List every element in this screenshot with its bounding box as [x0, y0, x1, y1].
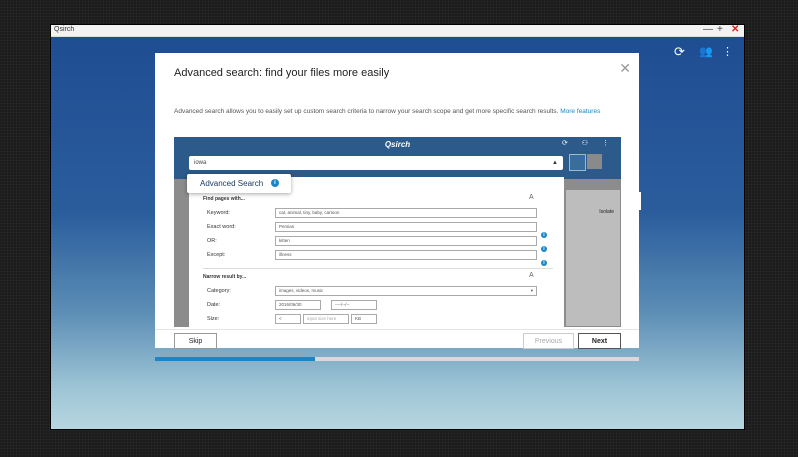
screenshot-side-label: Isolate [599, 209, 614, 215]
find-section-title: Find pages with... [203, 196, 245, 202]
except-field: illness [275, 250, 537, 260]
exact-word-field: Persian [275, 222, 537, 232]
or-field: kitten [275, 236, 537, 246]
description-text: Advanced search allows you to easily set… [174, 108, 559, 115]
size-unit-select: KB [351, 314, 377, 324]
size-operator-select: < [275, 314, 301, 324]
screenshot-search-box: iowa ▲ [189, 156, 563, 170]
close-button[interactable]: ✕ [731, 24, 739, 35]
app-window: Qsirch — + ✕ ⟳ 👥 ⋮ Advanced search: find… [51, 24, 744, 429]
advanced-search-label: Advanced Search [200, 179, 264, 188]
caret-up-icon: ▲ [552, 160, 558, 166]
minimize-button[interactable]: — [703, 24, 713, 35]
keyword-label: Keyword: [207, 210, 230, 216]
exact-word-label: Exact word: [207, 224, 236, 230]
date-label: Date: [207, 302, 221, 308]
feature-screenshot: Qsirch ⟳ ⚇ ⋮ iowa ▲ Isolate Find pages w… [174, 137, 621, 327]
window-title: Qsirch [54, 26, 75, 33]
dialog-close-icon[interactable]: ✕ [619, 60, 631, 77]
info-icon: i [541, 251, 547, 269]
keyword-field: cat, animal, tiny, baby, cartoon [275, 208, 537, 218]
dialog-footer-divider [155, 329, 639, 330]
user-group-icon[interactable]: 👥 [699, 45, 713, 58]
screenshot-filter-icon [569, 154, 586, 171]
step-progress-fill [155, 357, 315, 361]
date-to-field: ----/--/-- [331, 300, 377, 310]
font-icon: A [529, 194, 534, 201]
qsirch-logo: Qsirch [384, 140, 411, 149]
screenshot-header-icons: ⟳ ⚇ ⋮ [561, 140, 615, 147]
size-unit-value: KB [355, 316, 362, 321]
font-icon: A [529, 272, 534, 279]
category-select: images, videos, music ▾ [275, 286, 537, 296]
title-bar: Qsirch — + ✕ [51, 24, 744, 37]
category-label: Category: [207, 288, 231, 294]
section-divider [203, 268, 553, 269]
dialog-title: Advanced search: find your files more ea… [174, 67, 390, 79]
advanced-search-panel: Find pages with... A Keyword: cat, anima… [189, 177, 564, 327]
previous-button[interactable]: Previous [523, 333, 574, 349]
size-label: Size: [207, 316, 220, 322]
size-input: input size here [303, 314, 349, 324]
step-progress-bar [155, 357, 639, 361]
app-content: ⟳ 👥 ⋮ Advanced search: find your files m… [51, 37, 744, 429]
dialog-description: Advanced search allows you to easily set… [174, 107, 624, 116]
screenshot-background-panel: Isolate [566, 190, 620, 326]
screenshot-settings-icon [587, 154, 602, 169]
more-features-link[interactable]: More features [560, 108, 600, 115]
chevron-down-icon: ▾ [530, 288, 533, 293]
tutorial-dialog: Advanced search: find your files more ea… [155, 53, 639, 361]
skip-button[interactable]: Skip [174, 333, 217, 349]
screenshot-search-value: iowa [194, 160, 207, 166]
size-placeholder: input size here [307, 316, 337, 321]
except-label: Except: [207, 252, 226, 258]
next-button[interactable]: Next [578, 333, 621, 349]
narrow-section-title: Narrow result by... [203, 274, 247, 280]
more-icon[interactable]: ⋮ [722, 45, 733, 58]
info-icon: i [271, 179, 279, 187]
screenshot-header: Qsirch ⟳ ⚇ ⋮ iowa ▲ [174, 137, 621, 179]
size-operator-value: < [279, 316, 282, 321]
date-to-value: ----/--/-- [335, 302, 350, 307]
date-from-value: 2016/06/30 [279, 302, 302, 307]
date-from-field: 2016/06/30 [275, 300, 321, 310]
or-label: OR: [207, 238, 217, 244]
category-value: images, videos, music [279, 288, 324, 293]
maximize-button[interactable]: + [717, 24, 723, 35]
advanced-search-tab: Advanced Search i [187, 174, 291, 193]
refresh-icon[interactable]: ⟳ [674, 44, 685, 60]
